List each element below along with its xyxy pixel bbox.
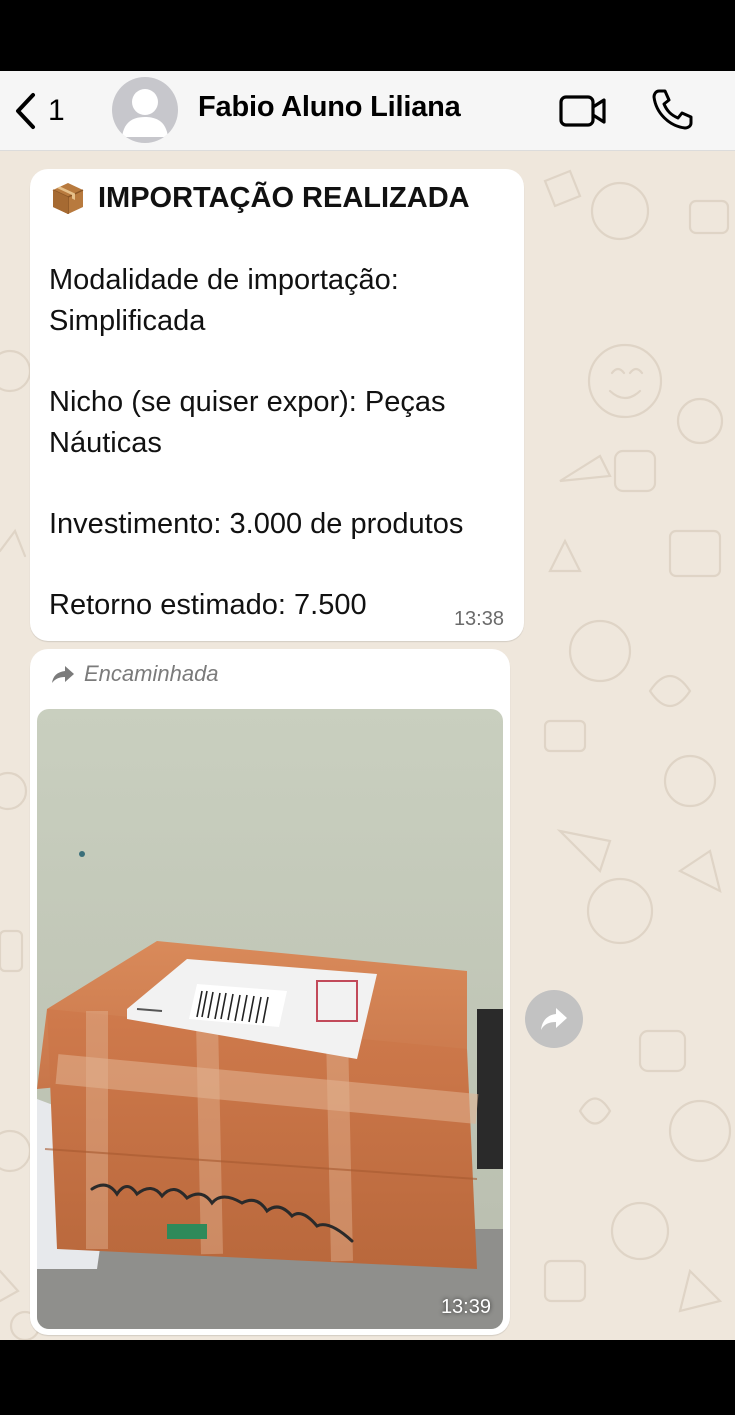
message-line: Modalidade de importação: [49,264,399,296]
message-line: Investimento: 3.000 de produtos [49,508,464,540]
avatar-placeholder-icon [122,89,168,137]
chat-header: 1 Fabio Aluno Liliana [0,71,735,151]
forward-arrow-icon [52,666,74,683]
status-bar-area [0,0,735,71]
message-title: IMPORTAÇÃO REALIZADA [98,181,470,214]
media-timestamp: 13:39 [440,1296,491,1318]
chat-area[interactable]: IMPORTAÇÃO REALIZADA Modalidade de impor… [0,151,735,1340]
video-call-icon [559,95,606,127]
voice-call-button[interactable] [650,87,694,131]
media-message-bubble[interactable]: Encaminhada 13:39 [30,649,510,1335]
forwarded-indicator: Encaminhada [50,661,219,687]
avatar[interactable] [112,77,178,143]
package-icon [52,183,84,214]
unread-count: 1 [48,94,65,127]
message-timestamp: 13:38 [453,608,504,630]
message-line: Nicho (se quiser expor): Peças [49,386,446,418]
chevron-left-icon [16,93,35,129]
message-line: Simplificada [49,305,206,337]
contact-name[interactable]: Fabio Aluno Liliana [198,91,461,124]
forwarded-label: Encaminhada [84,661,219,686]
photo-attachment[interactable]: 13:39 [37,709,503,1329]
video-call-button[interactable] [558,91,608,131]
message-bubble[interactable]: IMPORTAÇÃO REALIZADA Modalidade de impor… [30,169,524,641]
message-title-row: IMPORTAÇÃO REALIZADA [50,181,470,215]
share-icon [541,1008,567,1030]
photo-of-package [37,709,503,1329]
message-line: Náuticas [49,427,162,459]
phone-icon [652,89,693,130]
bottom-bar-area [0,1340,735,1415]
message-line: Retorno estimado: 7.500 [49,589,367,621]
back-button[interactable]: 1 [12,89,82,133]
share-button[interactable] [525,990,583,1048]
